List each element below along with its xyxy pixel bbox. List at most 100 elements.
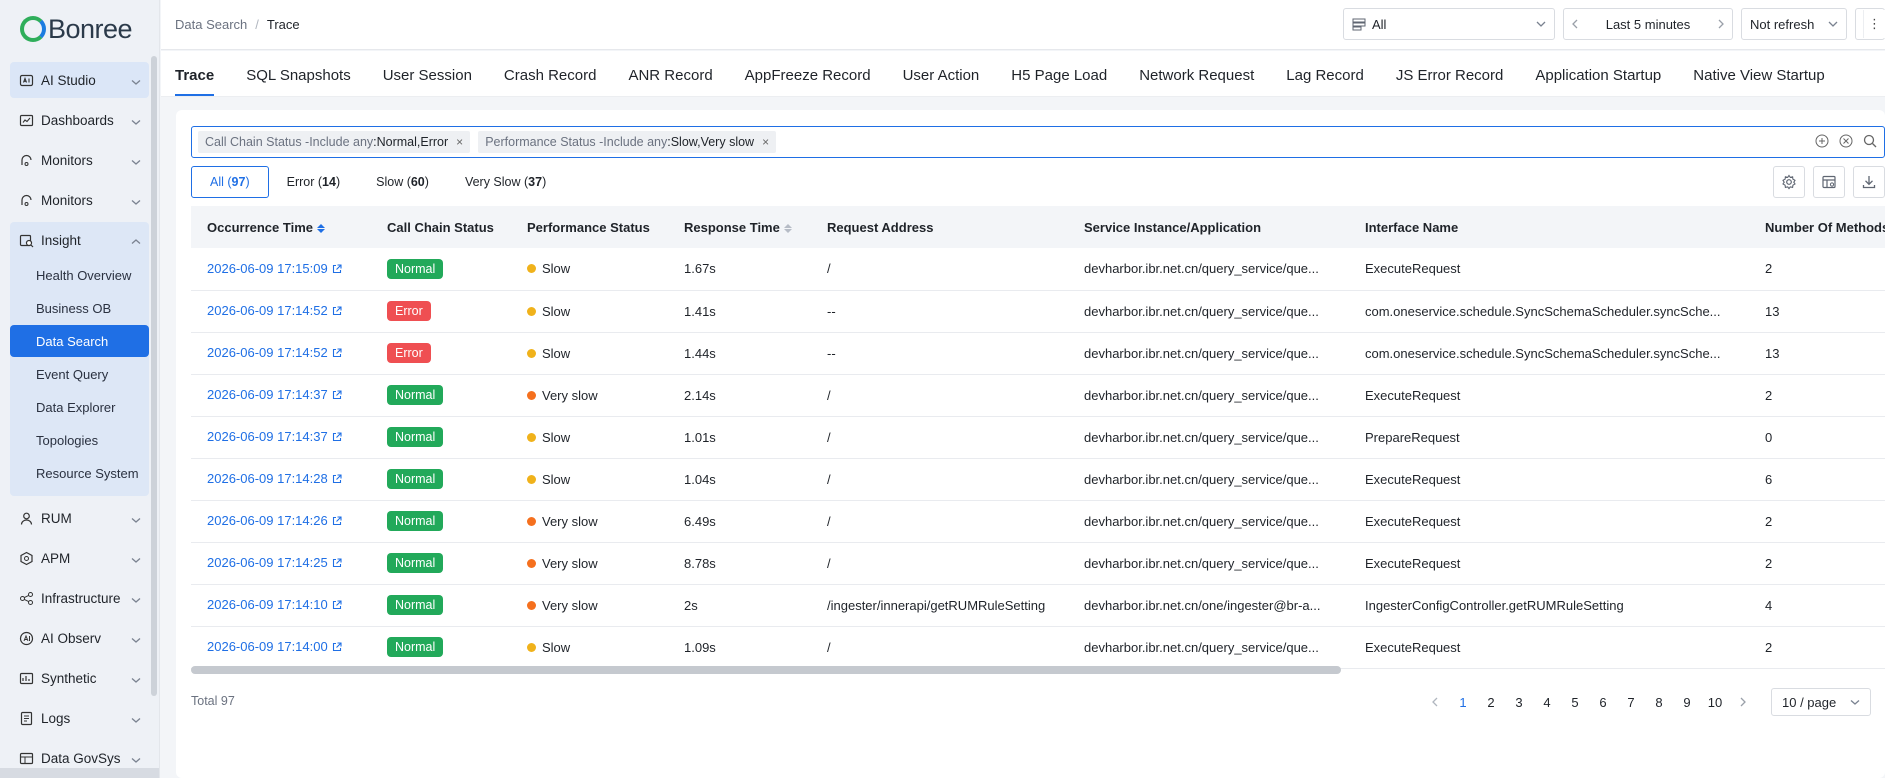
- sidebar-subitem-data-explorer[interactable]: Data Explorer: [10, 391, 149, 423]
- next-time-icon[interactable]: [1710, 19, 1732, 29]
- sidebar-scrollbar[interactable]: [151, 56, 157, 696]
- next-page-button[interactable]: [1729, 688, 1757, 716]
- page-button[interactable]: 2: [1477, 688, 1505, 716]
- table-row[interactable]: 2026-06-09 17:14:52 Error Slow 1.41s -- devha…: [191, 290, 1885, 333]
- segment-slow[interactable]: Slow (60): [358, 166, 447, 198]
- table-row[interactable]: 2026-06-09 17:14:37 Normal Very slow 2.14s /…: [191, 374, 1885, 417]
- sidebar-subitem-data-search[interactable]: Data Search: [10, 325, 149, 357]
- sidebar-subitem-event-query[interactable]: Event Query: [10, 358, 149, 390]
- breadcrumb-data-search[interactable]: Data Search: [175, 17, 247, 32]
- page-button[interactable]: 4: [1533, 688, 1561, 716]
- prev-page-button[interactable]: [1421, 688, 1449, 716]
- table-row[interactable]: 2026-06-09 17:14:10 Normal Very slow 2s/ing…: [191, 584, 1885, 627]
- page-button[interactable]: 6: [1589, 688, 1617, 716]
- table-row[interactable]: 2026-06-09 17:14:37 Normal Slow 1.01s / devha…: [191, 416, 1885, 459]
- column-header-response-time[interactable]: Response Time: [668, 206, 811, 248]
- trace-detail-link[interactable]: 2026-06-09 17:15:09: [207, 261, 342, 276]
- trace-detail-link[interactable]: 2026-06-09 17:14:28: [207, 471, 342, 486]
- page-button[interactable]: 8: [1645, 688, 1673, 716]
- status-badge: Normal: [387, 553, 444, 573]
- sidebar-item-monitors[interactable]: Monitors: [10, 142, 149, 178]
- sidebar-item-ai-studio[interactable]: AI Studio: [10, 62, 149, 98]
- download-button[interactable]: [1853, 166, 1885, 198]
- sidebar-subitem-resource-system[interactable]: Resource System: [10, 457, 149, 489]
- table-row[interactable]: 2026-06-09 17:14:26 Normal Very slow 6.49s /…: [191, 500, 1885, 543]
- prev-time-icon[interactable]: [1564, 19, 1586, 29]
- cell-performance-status: Slow: [511, 458, 668, 501]
- tab-h5-page-load[interactable]: H5 Page Load: [995, 67, 1123, 96]
- tab-anr-record[interactable]: ANR Record: [612, 67, 728, 96]
- filter-bar[interactable]: Call Chain Status -Include any :Normal,E…: [191, 126, 1885, 158]
- tab-user-action[interactable]: User Action: [887, 67, 996, 96]
- segment-error[interactable]: Error (14): [269, 166, 359, 198]
- sort-icon[interactable]: [783, 223, 792, 234]
- close-icon[interactable]: ×: [456, 135, 463, 149]
- column-header-occurrence-time[interactable]: Occurrence Time: [191, 206, 371, 248]
- cell-response-time: 1.04s: [668, 458, 811, 501]
- table-row[interactable]: 2026-06-09 17:14:28 Normal Slow 1.04s / devha…: [191, 458, 1885, 501]
- sort-icon[interactable]: [316, 223, 325, 234]
- trace-detail-link[interactable]: 2026-06-09 17:14:25: [207, 555, 342, 570]
- sidebar-item-ai-observ[interactable]: AI Observ: [10, 620, 149, 656]
- tab-user-session[interactable]: User Session: [367, 67, 488, 96]
- page-size-select[interactable]: 10 / page: [1771, 688, 1871, 716]
- settings-button[interactable]: [1773, 166, 1805, 198]
- segment-very-slow[interactable]: Very Slow (37): [447, 166, 564, 198]
- sidebar-item-monitors[interactable]: Monitors: [10, 182, 149, 218]
- trace-detail-link[interactable]: 2026-06-09 17:14:00: [207, 639, 342, 654]
- page-button[interactable]: 10: [1701, 688, 1729, 716]
- logo[interactable]: Bonree: [0, 0, 159, 58]
- search-icon[interactable]: [1862, 133, 1878, 149]
- cell-service-instance: devharbor.ibr.net.cn/query_service/que..…: [1068, 458, 1349, 501]
- external-link-icon: [332, 640, 342, 655]
- sidebar-item-insight[interactable]: Insight: [10, 222, 149, 258]
- time-range-picker[interactable]: Last 5 minutes: [1563, 8, 1733, 40]
- page-button[interactable]: 3: [1505, 688, 1533, 716]
- sidebar-item-rum[interactable]: RUM: [10, 500, 149, 536]
- sidebar-item-infrastructure[interactable]: Infrastructure: [10, 580, 149, 616]
- page-button[interactable]: 5: [1561, 688, 1589, 716]
- sidebar-subitem-business-ob[interactable]: Business OB: [10, 292, 149, 324]
- trace-detail-link[interactable]: 2026-06-09 17:14:37: [207, 387, 342, 402]
- tab-trace[interactable]: Trace: [175, 67, 230, 96]
- page-button[interactable]: 7: [1617, 688, 1645, 716]
- sidebar-subitem-topologies[interactable]: Topologies: [10, 424, 149, 456]
- trace-detail-link[interactable]: 2026-06-09 17:14:10: [207, 597, 342, 612]
- trace-detail-link[interactable]: 2026-06-09 17:14:52: [207, 345, 342, 360]
- sidebar-item-synthetic[interactable]: Synthetic: [10, 660, 149, 696]
- sidebar-item-logs[interactable]: Logs: [10, 700, 149, 736]
- sidebar-item-dashboards[interactable]: Dashboards: [10, 102, 149, 138]
- table-row[interactable]: 2026-06-09 17:14:52 Error Slow 1.44s -- devha…: [191, 332, 1885, 375]
- add-filter-icon[interactable]: [1814, 133, 1830, 149]
- close-icon[interactable]: ×: [762, 135, 769, 149]
- sidebar-subitem-health-overview[interactable]: Health Overview: [10, 259, 149, 291]
- tab-sql-snapshots[interactable]: SQL Snapshots: [230, 67, 367, 96]
- table-row[interactable]: 2026-06-09 17:15:09 Normal Slow 1.67s / devha…: [191, 248, 1885, 291]
- trace-detail-link[interactable]: 2026-06-09 17:14:37: [207, 429, 342, 444]
- filter-chip[interactable]: Call Chain Status -Include any :Normal,E…: [198, 131, 471, 153]
- refresh-select[interactable]: Not refresh: [1741, 8, 1847, 40]
- horizontal-scrollbar[interactable]: [191, 666, 1341, 674]
- table-row[interactable]: 2026-06-09 17:14:25 Normal Very slow 8.78s /…: [191, 542, 1885, 585]
- column-settings-button[interactable]: [1813, 166, 1845, 198]
- tab-application-startup[interactable]: Application Startup: [1519, 67, 1677, 96]
- tab-network-request[interactable]: Network Request: [1123, 67, 1270, 96]
- trace-detail-link[interactable]: 2026-06-09 17:14:26: [207, 513, 342, 528]
- sidebar-item-apm[interactable]: APM: [10, 540, 149, 576]
- trace-detail-link[interactable]: 2026-06-09 17:14:52: [207, 303, 342, 318]
- tab-appfreeze-record[interactable]: AppFreeze Record: [729, 67, 887, 96]
- tab-lag-record[interactable]: Lag Record: [1270, 67, 1380, 96]
- tab-js-error-record[interactable]: JS Error Record: [1380, 67, 1520, 96]
- tab-crash-record[interactable]: Crash Record: [488, 67, 613, 96]
- page-button[interactable]: 1: [1449, 688, 1477, 716]
- clear-filter-icon[interactable]: [1838, 133, 1854, 149]
- tabs-more-button[interactable]: ⋮: [1863, 10, 1885, 38]
- filter-chip[interactable]: Performance Status -Include any :Slow,Ve…: [478, 131, 777, 153]
- cell-number-of-methods: 2: [1749, 248, 1885, 291]
- segment-all[interactable]: All (97): [191, 166, 269, 198]
- tab-native-view-startup[interactable]: Native View Startup: [1677, 67, 1840, 96]
- page-button[interactable]: 9: [1673, 688, 1701, 716]
- column-header-number-of-methods: Number Of Methods: [1749, 206, 1885, 248]
- scope-select[interactable]: All: [1343, 8, 1555, 40]
- table-row[interactable]: 2026-06-09 17:14:00 Normal Slow 1.09s / devha…: [191, 626, 1885, 669]
